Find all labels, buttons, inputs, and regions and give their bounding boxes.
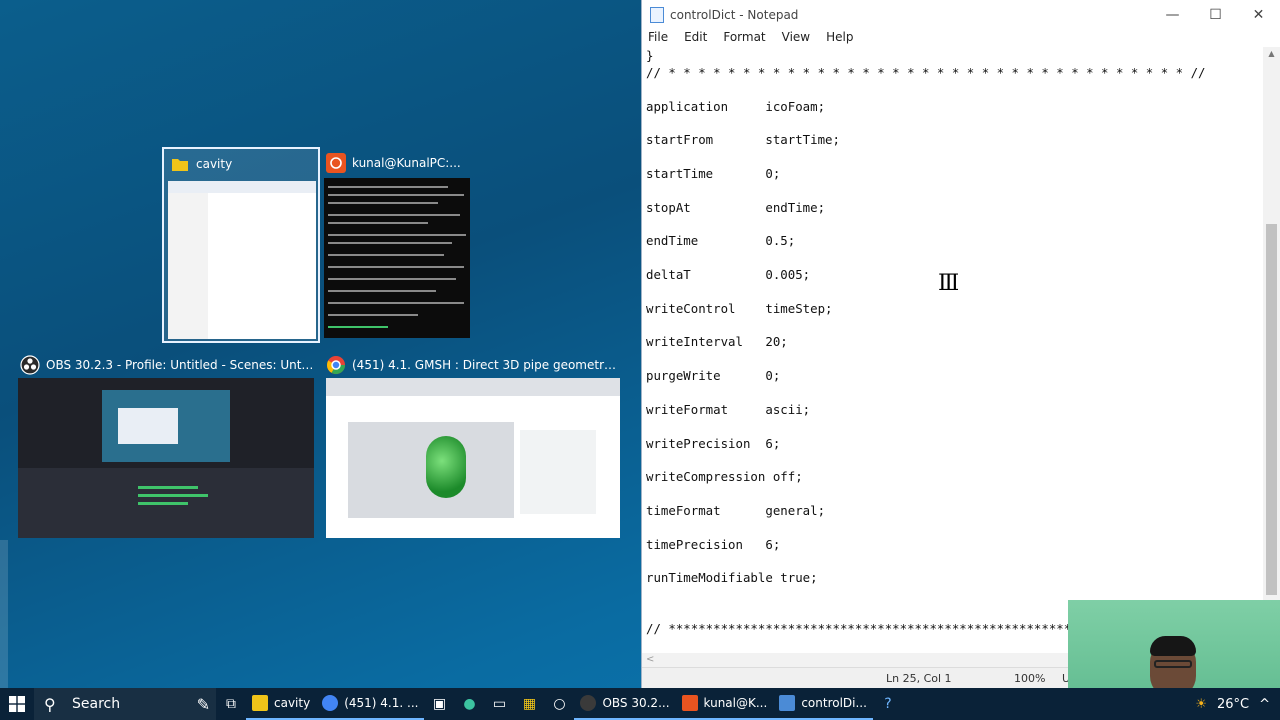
notepad-icon <box>779 695 796 711</box>
text-line: // * * * * * * * * * * * * * * * * * * *… <box>646 64 1206 80</box>
app-icon[interactable]: ▭ <box>484 688 514 720</box>
text-line: writeInterval 20; <box>646 334 788 350</box>
text-line: deltaT 0.005; <box>646 267 811 283</box>
text-line: timePrecision 6; <box>646 536 781 552</box>
taskbar-app-label: controlDi... <box>801 696 867 710</box>
folder-icon <box>170 154 190 174</box>
app-icon[interactable]: ○ <box>544 688 574 720</box>
text-line: purgeWrite 0; <box>646 368 781 384</box>
terminal-thumbnail <box>324 178 470 338</box>
taskbar-app-terminal[interactable]: kunal@K... <box>675 688 774 720</box>
folder-icon <box>252 695 268 711</box>
text-line: } <box>646 48 654 63</box>
menu-format[interactable]: Format <box>723 30 765 47</box>
minimize-button[interactable]: — <box>1151 0 1194 30</box>
vertical-scrollbar[interactable]: ▲ <box>1263 47 1280 653</box>
taskbar-app-notepad[interactable]: controlDi... <box>773 688 873 720</box>
chrome-icon <box>326 355 346 375</box>
menu-bar: File Edit Format View Help <box>642 30 1280 47</box>
chrome-thumbnail <box>326 378 620 538</box>
task-view-card-obs[interactable]: OBS 30.2.3 - Profile: Untitled - Scenes:… <box>18 350 316 540</box>
taskbar-app-label: (451) 4.1. ... <box>344 696 419 710</box>
desktop: cavity kunal@KunalPC:... OBS 30.2.3 - Pr… <box>0 0 640 688</box>
scrollbar-thumb[interactable] <box>1266 224 1277 595</box>
menu-view[interactable]: View <box>782 30 810 47</box>
desktop-edge <box>0 540 8 688</box>
notepad-window[interactable]: controlDict - Notepad — ☐ ✕ File Edit Fo… <box>641 0 1280 688</box>
taskbar-app-obs[interactable]: OBS 30.2... <box>574 688 676 720</box>
task-view-card-terminal[interactable]: kunal@KunalPC:... <box>324 148 474 340</box>
task-view-card-chrome[interactable]: (451) 4.1. GMSH : Direct 3D pipe geometr… <box>324 350 622 540</box>
windows-icon <box>9 696 25 712</box>
text-line: runTimeModifiable true; <box>646 570 818 586</box>
text-line: writeCompression off; <box>646 469 803 485</box>
taskbar-app-label: kunal@K... <box>703 696 768 710</box>
taskbar-app-explorer[interactable]: cavity <box>246 688 317 720</box>
ubuntu-terminal-icon <box>326 153 346 173</box>
taskbar-app-label: cavity <box>274 696 311 710</box>
close-button[interactable]: ✕ <box>1237 0 1280 30</box>
app-icon[interactable]: ▣ <box>424 688 454 720</box>
search-icon: ⚲ <box>44 694 56 714</box>
task-view-icon[interactable]: ⧉ <box>216 688 246 720</box>
task-view-card-title: (451) 4.1. GMSH : Direct 3D pipe geometr… <box>352 358 622 372</box>
text-line: application icoFoam; <box>646 98 826 114</box>
search-label: Search <box>72 696 121 712</box>
menu-edit[interactable]: Edit <box>684 30 707 47</box>
window-title: controlDict - Notepad <box>670 8 799 22</box>
task-view-card-title: cavity <box>196 157 233 171</box>
text-line: startFrom startTime; <box>646 132 840 148</box>
task-view-card-title: OBS 30.2.3 - Profile: Untitled - Scenes:… <box>46 358 316 372</box>
cursor-position: Ln 25, Col 1 <box>886 672 952 685</box>
chrome-icon <box>322 695 339 711</box>
task-view-card-title: kunal@KunalPC:... <box>352 156 461 170</box>
text-line: stopAt endTime; <box>646 199 826 215</box>
tray-chevron-icon[interactable]: ^ <box>1259 697 1270 712</box>
app-icon[interactable]: ▦ <box>514 688 544 720</box>
start-button[interactable] <box>0 688 34 720</box>
zoom-level: 100% <box>1014 672 1046 685</box>
text-line: writeControl timeStep; <box>646 300 833 316</box>
weather-icon[interactable]: ☀ <box>1195 697 1207 712</box>
weather-temperature[interactable]: 26°C <box>1217 697 1249 712</box>
obs-thumbnail <box>18 378 314 538</box>
text-line: writePrecision 6; <box>646 435 781 451</box>
taskbar-search[interactable]: ⚲ Search ✎ <box>34 688 216 720</box>
notepad-icon <box>650 7 664 23</box>
explorer-thumbnail <box>168 181 316 339</box>
search-highlight-icon: ✎ <box>196 694 210 714</box>
menu-help[interactable]: Help <box>826 30 853 47</box>
obs-icon <box>20 355 40 375</box>
taskbar-app-chrome[interactable]: (451) 4.1. ... <box>316 688 425 720</box>
menu-file[interactable]: File <box>648 30 668 47</box>
task-view-card-explorer[interactable]: cavity <box>162 147 320 343</box>
maximize-button[interactable]: ☐ <box>1194 0 1237 30</box>
taskbar: ⚲ Search ✎ ⧉ cavity (451) 4.1. ... ▣ ● ▭… <box>0 688 1280 720</box>
text-cursor-icon: Ⅲ <box>938 271 960 296</box>
ubuntu-terminal-icon <box>681 695 698 711</box>
text-editor-area[interactable]: }// * * * * * * * * * * * * * * * * * * … <box>642 47 1264 653</box>
text-line: endTime 0.5; <box>646 233 796 249</box>
text-line: timeFormat general; <box>646 502 826 518</box>
text-line: startTime 0; <box>646 165 781 181</box>
help-icon[interactable]: ? <box>873 688 903 720</box>
obs-icon <box>580 695 597 711</box>
scroll-left-icon[interactable]: < <box>646 654 654 665</box>
edge-icon[interactable]: ● <box>454 688 484 720</box>
text-line: writeFormat ascii; <box>646 401 811 417</box>
taskbar-app-label: OBS 30.2... <box>602 696 670 710</box>
